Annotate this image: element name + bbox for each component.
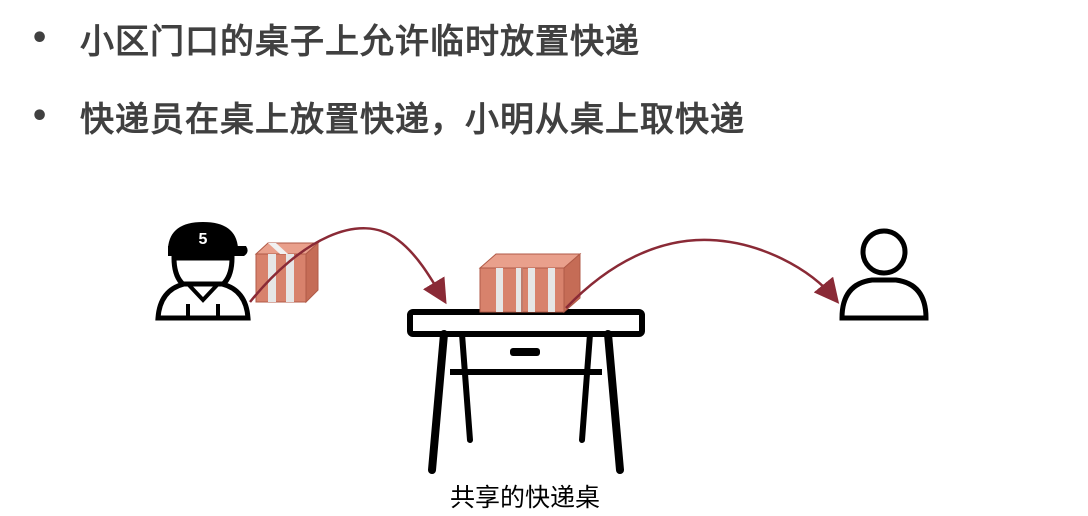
package-icon <box>254 241 320 304</box>
table-caption: 共享的快递桌 <box>449 483 600 512</box>
arrow-icon <box>565 238 840 309</box>
person-icon <box>839 228 929 321</box>
table-icon <box>407 309 645 474</box>
cap-number: 5 <box>199 231 208 248</box>
package-icon <box>478 252 582 314</box>
courier-icon: 5 <box>155 222 251 321</box>
delivery-diagram: 5 <box>155 222 929 474</box>
